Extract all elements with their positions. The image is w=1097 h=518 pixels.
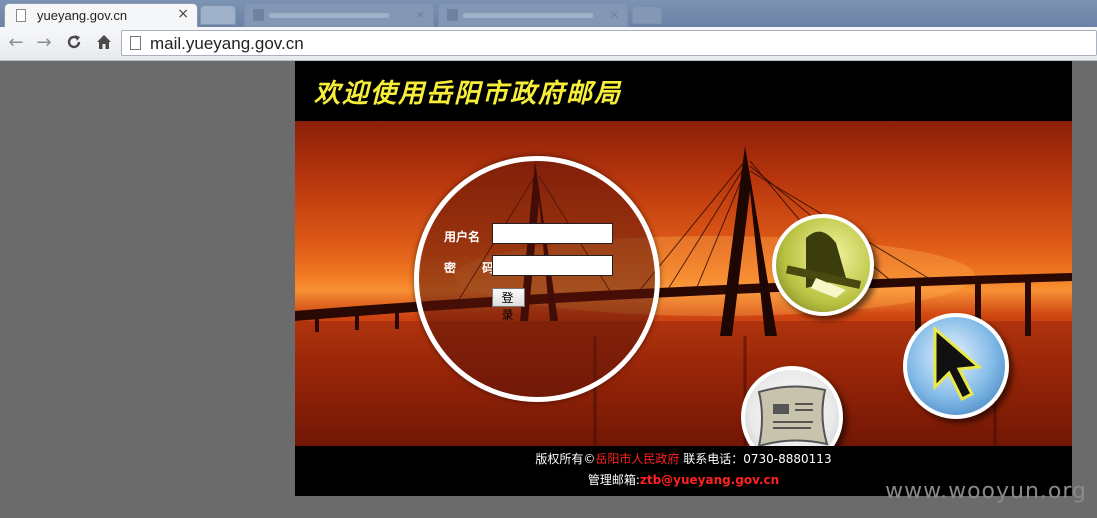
home-icon[interactable] (93, 33, 115, 53)
close-tab-icon[interactable]: × (610, 8, 619, 21)
blurred-tab-title (463, 13, 593, 18)
tab-title: yueyang.gov.cn (37, 8, 128, 23)
background-tab-2[interactable]: × (438, 3, 628, 27)
newspaper-glyph (757, 385, 829, 446)
people-working-icon (772, 214, 874, 316)
tab-strip: yueyang.gov.cn × × × (0, 0, 1097, 27)
tab-favicon-icon (447, 9, 458, 21)
login-button[interactable]: 登 录 (492, 288, 525, 322)
watermark-text: www.wooyun.org (885, 479, 1087, 504)
phone-label: 联系电话： (679, 452, 744, 466)
reload-glyph (67, 35, 81, 49)
address-url[interactable]: mail.yueyang.gov.cn (150, 34, 304, 54)
cursor-arrow-icon (903, 313, 1009, 419)
background-tab-3[interactable] (632, 6, 662, 24)
bridge-banner: 用户名 密 码 登 录 (295, 121, 1072, 446)
blurred-tab-title (269, 13, 389, 18)
home-glyph (97, 35, 111, 49)
address-bar[interactable]: mail.yueyang.gov.cn (121, 30, 1097, 56)
close-tab-icon[interactable]: × (416, 8, 425, 21)
admin-email-label: 管理邮箱: (587, 473, 640, 487)
page-header: 欢迎使用岳阳市政府邮局 (295, 61, 1072, 121)
password-input[interactable] (492, 255, 613, 276)
copyright-line: 版权所有©岳阳市人民政府 联系电话：0730-8880113 (295, 450, 1072, 467)
owner-link[interactable]: 岳阳市人民政府 (595, 452, 679, 466)
page-title: 欢迎使用岳阳市政府邮局 (314, 79, 623, 109)
forward-arrow-icon[interactable]: → (33, 33, 55, 53)
username-input[interactable] (492, 223, 613, 244)
back-arrow-icon[interactable]: ← (5, 33, 27, 53)
people-working-glyph (785, 231, 862, 298)
login-panel (414, 156, 660, 402)
admin-email-link[interactable]: ztb@yueyang.gov.cn (640, 473, 779, 487)
reload-icon[interactable] (63, 33, 85, 53)
tab-yueyang[interactable]: yueyang.gov.cn × (4, 3, 198, 27)
phone-number: 0730-8880113 (743, 452, 832, 466)
copyright-prefix: 版权所有© (535, 452, 596, 466)
username-label: 用户名 (444, 230, 481, 244)
tab-favicon-icon (253, 9, 264, 21)
background-tab-1[interactable]: × (244, 3, 434, 27)
new-tab-button[interactable] (200, 5, 236, 25)
page-favicon-icon (16, 9, 26, 22)
close-tab-icon[interactable]: × (177, 6, 189, 22)
page-icon (130, 36, 141, 50)
browser-toolbar: ← → mail.yueyang.gov.cn (0, 27, 1097, 61)
cursor-arrow-glyph (933, 325, 983, 402)
mail-login-page: 欢迎使用岳阳市政府邮局 用户名 密 码 登 录 版权所有©岳阳市人民政府 联系电… (295, 61, 1072, 496)
